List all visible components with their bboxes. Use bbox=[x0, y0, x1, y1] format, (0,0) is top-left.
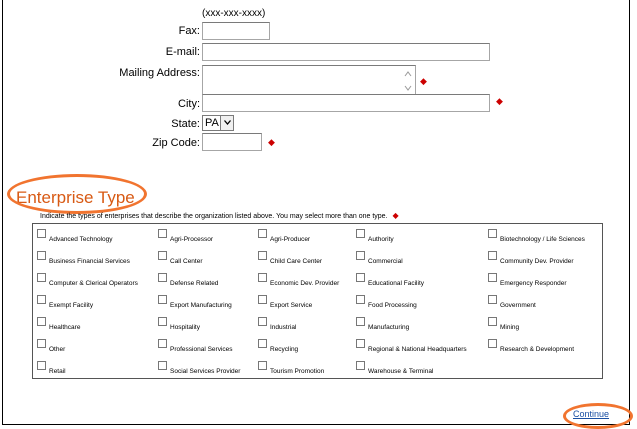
enterprise-checkbox[interactable] bbox=[37, 295, 46, 304]
mailing-address-textarea[interactable] bbox=[202, 65, 416, 97]
enterprise-checkbox[interactable] bbox=[488, 339, 497, 348]
enterprise-checkbox[interactable] bbox=[158, 339, 167, 348]
enterprise-checkbox[interactable] bbox=[488, 273, 497, 282]
enterprise-option-label: Educational Facility bbox=[368, 280, 424, 287]
zip-code-label: Zip Code: bbox=[152, 137, 200, 149]
zip-code-input[interactable] bbox=[202, 133, 262, 151]
enterprise-checkbox[interactable] bbox=[258, 317, 267, 326]
enterprise-option-label: Agri-Producer bbox=[270, 236, 311, 243]
enterprise-checkbox[interactable] bbox=[158, 295, 167, 304]
enterprise-checkbox[interactable] bbox=[37, 361, 46, 370]
enterprise-option-label: Healthcare bbox=[49, 324, 81, 331]
city-input[interactable] bbox=[202, 94, 490, 112]
enterprise-checkbox[interactable] bbox=[258, 251, 267, 260]
enterprise-instruction: Indicate the types of enterprises that d… bbox=[40, 211, 399, 220]
enterprise-option-label: Economic Dev. Provider bbox=[270, 280, 340, 287]
enterprise-checkbox[interactable] bbox=[258, 361, 267, 370]
enterprise-option-label: Regional & National Headquarters bbox=[368, 346, 467, 353]
enterprise-option-label: Exempt Facility bbox=[49, 302, 94, 309]
textarea-scroll-icon[interactable] bbox=[402, 67, 414, 95]
state-label: State: bbox=[171, 118, 200, 130]
enterprise-checkbox[interactable] bbox=[158, 229, 167, 238]
enterprise-checkbox[interactable] bbox=[37, 273, 46, 282]
mailing-address-label: Mailing Address: bbox=[119, 67, 200, 79]
highlight-circle bbox=[7, 174, 147, 214]
enterprise-checkbox[interactable] bbox=[356, 229, 365, 238]
city-required-icon: ◆ bbox=[496, 96, 503, 106]
enterprise-option-label: Business Financial Services bbox=[49, 258, 130, 265]
enterprise-required-icon: ◆ bbox=[392, 211, 399, 220]
mailing-required-icon: ◆ bbox=[420, 76, 427, 86]
enterprise-option-label: Commercial bbox=[368, 258, 403, 265]
fax-label: Fax: bbox=[178, 25, 200, 37]
enterprise-option-label: Call Center bbox=[170, 258, 203, 265]
enterprise-checkbox[interactable] bbox=[356, 339, 365, 348]
email-input[interactable] bbox=[202, 43, 490, 61]
enterprise-checkbox[interactable] bbox=[356, 317, 365, 326]
enterprise-option-label: Export Service bbox=[270, 302, 313, 309]
enterprise-option-label: Hospitality bbox=[170, 324, 200, 331]
continue-highlight-circle bbox=[563, 403, 633, 429]
enterprise-checkbox[interactable] bbox=[158, 361, 167, 370]
enterprise-option-label: Agri-Processor bbox=[170, 236, 213, 243]
enterprise-checkbox[interactable] bbox=[37, 339, 46, 348]
enterprise-option-label: Recycling bbox=[270, 346, 299, 353]
enterprise-checkbox[interactable] bbox=[488, 317, 497, 326]
enterprise-checkbox[interactable] bbox=[356, 361, 365, 370]
enterprise-option-label: Export Manufacturing bbox=[170, 302, 232, 309]
enterprise-checkbox[interactable] bbox=[356, 251, 365, 260]
zip-required-icon: ◆ bbox=[268, 137, 275, 147]
enterprise-option-label: Community Dev. Provider bbox=[500, 258, 574, 265]
enterprise-option-label: Authority bbox=[368, 236, 394, 243]
enterprise-checkbox[interactable] bbox=[258, 229, 267, 238]
enterprise-option-label: Government bbox=[500, 302, 536, 309]
enterprise-option-label: Emergency Responder bbox=[500, 280, 567, 287]
enterprise-option-label: Mining bbox=[500, 324, 520, 331]
enterprise-option-label: Tourism Promotion bbox=[270, 368, 325, 375]
enterprise-checkbox[interactable] bbox=[488, 251, 497, 260]
enterprise-checkbox[interactable] bbox=[488, 295, 497, 304]
enterprise-type-checklist: Advanced Technology Business Financial Se… bbox=[32, 223, 603, 379]
enterprise-checkbox[interactable] bbox=[356, 295, 365, 304]
enterprise-option-label: Industrial bbox=[270, 324, 297, 331]
enterprise-checkbox[interactable] bbox=[488, 229, 497, 238]
enterprise-checkbox[interactable] bbox=[37, 317, 46, 326]
state-select-value: PA bbox=[205, 117, 219, 129]
enterprise-option-label: Defense Related bbox=[170, 280, 219, 287]
enterprise-option-label: Retail bbox=[49, 368, 66, 375]
enterprise-checkbox[interactable] bbox=[158, 251, 167, 260]
enterprise-option-label: Manufacturing bbox=[368, 324, 410, 331]
enterprise-option-label: Food Processing bbox=[368, 302, 417, 309]
enterprise-option-label: Other bbox=[49, 346, 66, 353]
enterprise-checkbox[interactable] bbox=[158, 273, 167, 282]
enterprise-option-label: Biotechnology / Life Sciences bbox=[500, 236, 585, 243]
enterprise-option-label: Computer & Clerical Operators bbox=[49, 280, 138, 287]
enterprise-checkbox[interactable] bbox=[258, 295, 267, 304]
enterprise-checkbox[interactable] bbox=[37, 251, 46, 260]
enterprise-checkbox[interactable] bbox=[37, 229, 46, 238]
enterprise-option-label: Social Services Provider bbox=[170, 368, 241, 375]
email-label: E-mail: bbox=[165, 46, 200, 58]
enterprise-checkbox[interactable] bbox=[258, 339, 267, 348]
enterprise-checkbox[interactable] bbox=[158, 317, 167, 326]
enterprise-checkbox[interactable] bbox=[356, 273, 365, 282]
enterprise-checkbox[interactable] bbox=[258, 273, 267, 282]
phone-format-hint: (xxx-xxx-xxxx) bbox=[202, 8, 266, 19]
enterprise-option-label: Child Care Center bbox=[270, 258, 323, 265]
enterprise-option-label: Professional Services bbox=[170, 346, 233, 353]
enterprise-option-label: Warehouse & Terminal bbox=[368, 368, 434, 375]
chevron-down-icon[interactable] bbox=[220, 116, 233, 130]
enterprise-option-label: Advanced Technology bbox=[49, 236, 113, 243]
state-select[interactable]: PA bbox=[202, 115, 234, 131]
city-label: City: bbox=[178, 98, 200, 110]
enterprise-option-label: Research & Development bbox=[500, 346, 575, 353]
fax-input[interactable] bbox=[202, 22, 270, 40]
